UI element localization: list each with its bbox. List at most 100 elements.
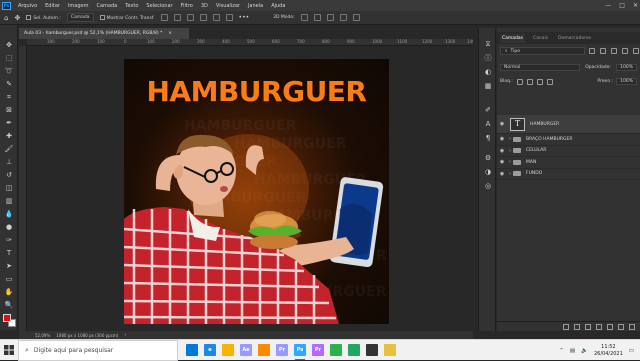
close-tab-icon[interactable]: ×	[168, 31, 172, 36]
color-panel-icon[interactable]: ◐	[484, 68, 492, 76]
visibility-eye-icon[interactable]: ◉	[497, 121, 507, 127]
menu-3d[interactable]: 3D	[197, 3, 212, 9]
lasso-tool-icon[interactable]: ➰	[4, 67, 14, 76]
filter-type-icon[interactable]	[611, 48, 617, 54]
move-tool-preset-icon[interactable]: ✥	[14, 14, 20, 22]
menu-arquivo[interactable]: Arquivo	[14, 3, 41, 9]
layer-row-fundo[interactable]: ◉ › FUNDO	[497, 169, 640, 180]
zoom-tool-icon[interactable]: 🔍	[4, 301, 14, 310]
swatches-panel-icon[interactable]: ▦	[484, 82, 492, 90]
filter-adjustment-icon[interactable]	[600, 48, 606, 54]
auto-select-checkbox[interactable]: Sel. Autom.:	[26, 14, 61, 21]
start-button[interactable]	[0, 340, 18, 361]
history-panel-icon[interactable]: ⧖	[484, 40, 492, 48]
tab-paths[interactable]: Demarcadores	[556, 34, 593, 43]
document-canvas[interactable]: HAMBURGUER HAMBURGUER HAMBURGUER HAMBURG…	[124, 59, 389, 324]
after-effects-icon[interactable]: Ae	[240, 344, 252, 356]
3d-slide-icon[interactable]	[339, 14, 347, 21]
auto-select-target-dropdown[interactable]: Camada	[66, 13, 94, 22]
pen-tool-icon[interactable]: ✑	[4, 236, 14, 245]
minimize-button[interactable]: —	[605, 2, 611, 9]
chevron-up-icon[interactable]: ⌃	[559, 348, 564, 354]
link-layers-icon[interactable]	[563, 323, 569, 330]
home-icon[interactable]: ⌂	[4, 14, 8, 22]
network-icon[interactable]: ▤	[570, 348, 575, 354]
type-tool-icon[interactable]: T	[4, 249, 14, 258]
foreground-color-swatch[interactable]	[3, 314, 11, 322]
filter-shape-icon[interactable]	[622, 48, 628, 54]
lock-transparent-icon[interactable]	[516, 78, 523, 85]
fill-input[interactable]: 100%	[616, 78, 637, 85]
align-center-icon[interactable]	[173, 14, 181, 21]
tab-channels[interactable]: Canais	[531, 34, 550, 43]
align-top-icon[interactable]	[199, 14, 207, 21]
gradient-tool-icon[interactable]: ▥	[4, 197, 14, 206]
menu-editar[interactable]: Editar	[41, 3, 64, 9]
crop-tool-icon[interactable]: ⌗	[4, 93, 14, 102]
3d-roll-icon[interactable]	[313, 14, 321, 21]
close-window-button[interactable]: ✕	[633, 2, 638, 9]
healing-brush-tool-icon[interactable]: ✚	[4, 132, 14, 141]
adjustments-panel-icon[interactable]: ◑	[484, 168, 492, 176]
character-panel-icon[interactable]: A	[484, 120, 492, 128]
whatsapp-icon[interactable]	[348, 344, 360, 356]
lock-pixels-icon[interactable]	[526, 78, 533, 85]
opacity-input[interactable]: 100%	[616, 64, 637, 71]
layer-filter-dropdown[interactable]: ⌕ Tipo	[500, 47, 585, 55]
visibility-eye-icon[interactable]: ◉	[497, 148, 507, 154]
filter-smart-object-icon[interactable]	[633, 48, 639, 54]
show-transform-checkbox[interactable]: Mostrar Contr. Transf.	[99, 14, 155, 21]
edge-icon[interactable]: e	[204, 344, 216, 356]
new-group-icon[interactable]	[607, 323, 613, 330]
clock[interactable]: 11:52 26/04/2021	[594, 344, 623, 357]
align-bottom-icon[interactable]	[225, 14, 233, 21]
chrome-icon[interactable]	[330, 344, 342, 356]
move-tool-icon[interactable]: ✥	[4, 41, 14, 50]
photos-icon[interactable]	[366, 344, 378, 356]
menu-texto[interactable]: Texto	[121, 3, 142, 9]
clone-stamp-tool-icon[interactable]: ⊥	[4, 158, 14, 167]
premiere-rush-icon[interactable]: Pr	[312, 344, 324, 356]
menu-visualizar[interactable]: Visualizar	[212, 3, 244, 9]
visibility-eye-icon[interactable]: ◉	[497, 159, 507, 165]
menu-ajuda[interactable]: Ajuda	[267, 3, 289, 9]
task-view-icon[interactable]	[186, 344, 198, 356]
menu-imagem[interactable]: Imagem	[64, 3, 93, 9]
filter-pixel-icon[interactable]	[589, 48, 595, 54]
premiere-icon[interactable]: Pr	[276, 344, 288, 356]
blur-tool-icon[interactable]: 💧	[4, 210, 14, 219]
new-layer-icon[interactable]	[618, 323, 624, 330]
zoom-level[interactable]: 52,09%	[35, 333, 50, 338]
brush-tool-icon[interactable]: 🖌	[4, 145, 14, 154]
layer-mask-icon[interactable]	[585, 323, 591, 330]
menu-filtro[interactable]: Filtro	[177, 3, 197, 9]
visibility-eye-icon[interactable]: ◉	[497, 171, 507, 177]
document-tab[interactable]: Aula 03 - hamburguer.psd @ 52,1% (HAMBUR…	[19, 28, 189, 39]
maximize-button[interactable]: □	[619, 2, 625, 9]
align-right-icon[interactable]	[186, 14, 194, 21]
eyedropper-tool-icon[interactable]: ✒	[4, 119, 14, 128]
styles-panel-icon[interactable]: ◎	[484, 182, 492, 190]
history-brush-tool-icon[interactable]: ↺	[4, 171, 14, 180]
mixer-icon[interactable]	[258, 344, 270, 356]
more-options-icon[interactable]: •••	[239, 14, 250, 21]
layer-row-braco-hamburger[interactable]: ◉ › BRAÇO HAMBURGER	[497, 134, 640, 146]
file-explorer-icon[interactable]	[222, 344, 234, 356]
3d-rotate-icon[interactable]	[300, 14, 308, 21]
layer-style-icon[interactable]	[574, 323, 580, 330]
frame-tool-icon[interactable]: ⊠	[4, 106, 14, 115]
dodge-tool-icon[interactable]: ●	[4, 223, 14, 232]
path-selection-tool-icon[interactable]: ➤	[4, 262, 14, 271]
align-middle-icon[interactable]	[212, 14, 220, 21]
3d-pan-icon[interactable]	[326, 14, 334, 21]
properties-panel-icon[interactable]: ⚙	[484, 154, 492, 162]
menu-camada[interactable]: Camada	[92, 3, 121, 9]
photoshop-icon[interactable]: Ps	[294, 344, 306, 360]
layer-row-man[interactable]: ◉ › MAN	[497, 157, 640, 169]
hand-tool-icon[interactable]: ✋	[4, 288, 14, 297]
layer-row-hamburger[interactable]: ◉ T HAMBURGER	[497, 115, 640, 134]
visibility-eye-icon[interactable]: ◉	[497, 136, 507, 142]
layer-row-celular[interactable]: ◉ › CELULAR	[497, 146, 640, 157]
info-panel-icon[interactable]: ⓘ	[484, 54, 492, 62]
align-left-icon[interactable]	[160, 14, 168, 21]
